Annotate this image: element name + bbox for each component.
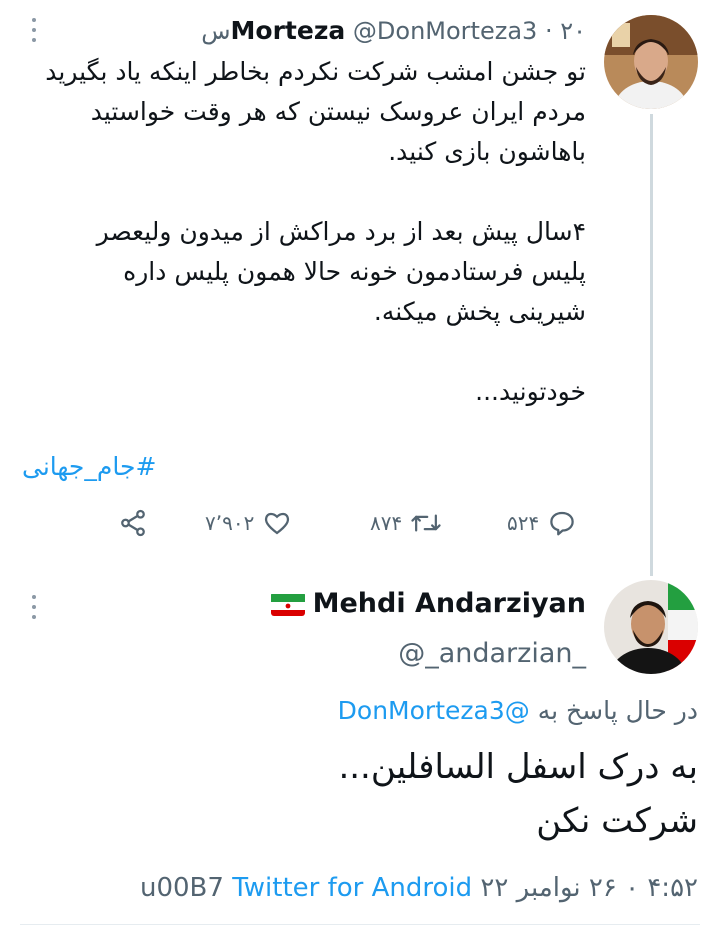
heart-icon [262,508,292,538]
iran-flag-icon [270,592,305,616]
reply-count: ۵۲۴ [507,511,540,535]
tweet-line: ۴سال پیش بعد از برد مراکش از میدون ولیعص… [96,217,586,246]
tweet-line: به درک اسفل السافلین... [338,747,698,787]
tweet-text: به درک اسفل السافلین... شرکت نکن [338,740,698,848]
reply-button[interactable]: ۵۲۴ [507,508,577,538]
user-handle[interactable]: @DonMorteza3 [353,17,537,45]
tweet-line: تو جشن امشب شرکت نکردم بخاطر اینکه یاد ب… [45,57,586,86]
user-handle[interactable]: @_andarzian_ [398,636,586,672]
like-button[interactable]: ۷٬۹۰۲ [205,508,292,538]
tweet-line: شیرینی پخش میکنه. [373,297,586,326]
reply-prefix: در حال پاسخ به [537,696,698,725]
thread-connector-line [650,114,653,576]
reply-icon [547,508,577,538]
retweet-icon [410,508,442,538]
tweet-header: Morteza @DonMorteza3 · ۲۰س [201,12,586,50]
tweet-line: خودتونید... [475,377,586,406]
replying-to: در حال پاسخ به @DonMorteza3 [338,693,698,729]
like-count: ۷٬۹۰۲ [205,511,255,535]
separator-dot: · [544,17,553,45]
tweet-meta: ۴:۵۲ ۰ ۲۶ نوامبر ۲۲ u00B7 Twitter for An… [140,868,698,908]
more-options-icon[interactable] [31,595,37,619]
tweet-line: شرکت نکن [536,801,698,841]
tweet-line: باهاشون بازی کنید. [388,137,586,166]
avatar[interactable] [604,15,698,109]
tweet-line: مردم ایران عروسک نیستن که هر وقت خواستید [90,97,586,126]
tweet-source-link[interactable]: Twitter for Android [232,873,472,903]
share-icon [118,508,148,538]
hashtag-link[interactable]: #جام_جهانی [22,452,156,481]
tweet-timestamp[interactable]: ۴:۵۲ ۰ ۲۶ نوامبر ۲۲ [480,873,698,903]
tweet-header: Mehdi Andarziyan [270,586,586,622]
tweet-line: پلیس فرستادمون خونه حالا همون پلیس داره [123,257,586,286]
reply-mention-link[interactable]: @DonMorteza3 [338,696,530,725]
share-button[interactable] [118,508,148,538]
divider [20,924,700,925]
tweet-text: تو جشن امشب شرکت نکردم بخاطر اینکه یاد ب… [16,52,586,412]
display-name[interactable]: Morteza [231,16,346,45]
display-name[interactable]: Mehdi Andarziyan [313,586,586,622]
more-options-icon[interactable] [31,18,37,42]
retweet-button[interactable]: ۸۷۴ [370,508,442,538]
avatar[interactable] [604,580,698,674]
retweet-count: ۸۷۴ [370,511,403,535]
meta-separator: u00B7 [139,873,224,903]
